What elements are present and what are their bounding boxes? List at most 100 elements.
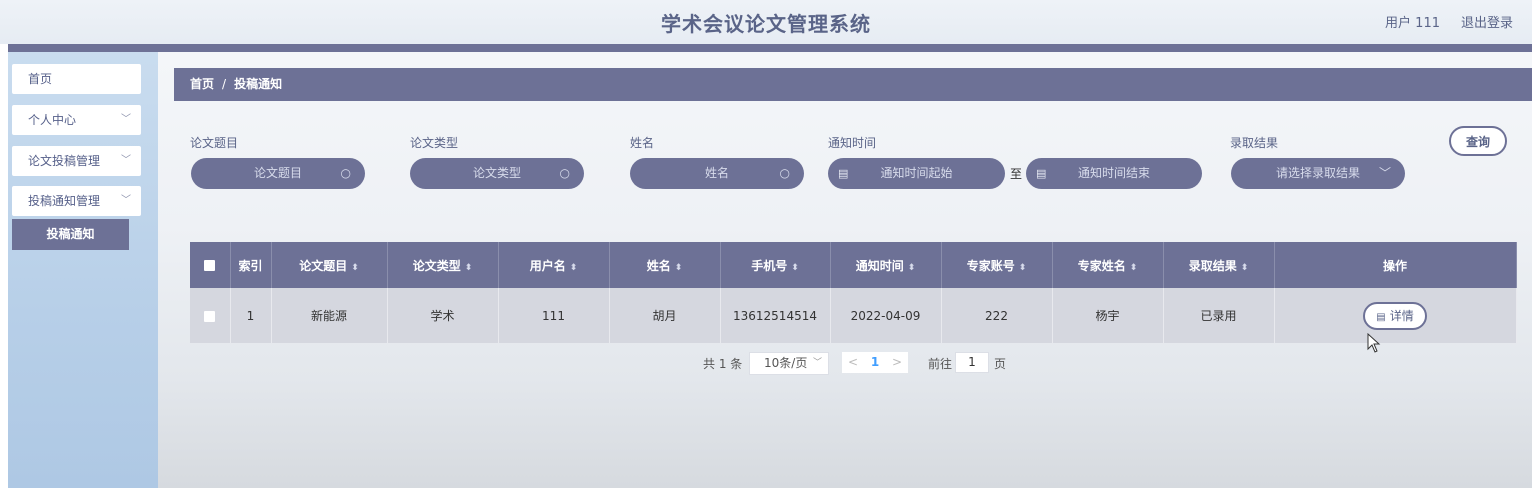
- sidebar-item-label: 首页: [28, 72, 53, 86]
- col-expert-account-label: 专家账号: [966, 258, 1015, 273]
- col-username-label: 用户名: [529, 258, 566, 273]
- search-icon: ○: [559, 166, 570, 180]
- filter-label-type: 论文类型: [410, 136, 459, 150]
- cell-time: 2022-04-09: [830, 288, 942, 343]
- filter-label-title: 论文题目: [190, 136, 239, 150]
- cell-title: 新能源: [271, 288, 388, 343]
- breadcrumb-home[interactable]: 首页: [190, 77, 214, 91]
- top-header: 学术会议论文管理系统 用户 111 退出登录: [0, 0, 1532, 44]
- logout-link[interactable]: 退出登录: [1461, 12, 1513, 31]
- filter-label-time: 通知时间: [828, 136, 877, 150]
- sort-icon: ⬍: [907, 262, 916, 273]
- sidebar-item-label: 个人中心: [28, 113, 77, 127]
- document-icon: ▤: [1376, 311, 1386, 323]
- select-all-checkbox[interactable]: [204, 260, 216, 271]
- chevron-down-icon: ﹀: [121, 114, 131, 125]
- date-range-separator: 至: [1010, 167, 1023, 181]
- sort-icon: ⬍: [791, 262, 799, 273]
- col-phone[interactable]: 手机号 ⬍: [720, 242, 831, 288]
- main-content: 首页 / 投稿通知 论文题目 论文类型 姓名 通知时间 录取结果 论文题目 ○ 论文…: [158, 52, 1532, 488]
- title-placeholder: 论文题目: [253, 166, 302, 180]
- sidebar-subitem-notice[interactable]: 投稿通知: [12, 219, 129, 250]
- sidebar-item-label: 投稿通知管理: [28, 194, 101, 208]
- table-header-row: 索引 论文题目 ⬍ 论文类型 ⬍ 用户名 ⬍ 姓名 ⬍ 手机号 ⬍ 通知时间 ⬍ 专家账号 ⬍…: [190, 242, 1517, 288]
- app-title: 学术会议论文管理系统: [661, 12, 871, 36]
- col-type[interactable]: 论文类型 ⬍: [387, 242, 499, 288]
- select-all-cell: [190, 242, 231, 288]
- search-button[interactable]: 查询: [1449, 126, 1507, 156]
- col-expert-account[interactable]: 专家账号 ⬍: [941, 242, 1053, 288]
- current-user: 用户 111: [1385, 16, 1440, 31]
- prev-page-button[interactable]: <: [842, 352, 864, 373]
- page-size-value: 10条/页: [764, 356, 808, 370]
- time-start-picker[interactable]: ▤ 通知时间起始: [828, 158, 1005, 189]
- time-end-picker[interactable]: ▤ 通知时间结束: [1026, 158, 1202, 189]
- cell-actions: ▤ 详情: [1274, 288, 1517, 343]
- col-name[interactable]: 姓名 ⬍: [609, 242, 721, 288]
- sort-icon: ⬍: [351, 262, 359, 273]
- type-placeholder: 论文类型: [472, 166, 521, 180]
- next-page-button[interactable]: >: [886, 352, 908, 373]
- cell-expert-account: 222: [941, 288, 1053, 343]
- name-search-input[interactable]: 姓名 ○: [630, 158, 804, 189]
- col-actions: 操作: [1274, 242, 1517, 288]
- time-end-placeholder: 通知时间结束: [1077, 166, 1150, 180]
- sort-icon: ⬍: [1129, 262, 1138, 273]
- cell-index: 1: [230, 288, 272, 343]
- search-icon: ○: [779, 166, 790, 180]
- sort-icon: ⬍: [569, 262, 578, 273]
- col-phone-label: 手机号: [751, 258, 788, 273]
- col-title-label: 论文题目: [299, 258, 348, 273]
- cell-phone: 13612514514: [720, 288, 831, 343]
- chevron-down-icon: ﹀: [812, 358, 822, 368]
- pagination-total: 共 1 条: [703, 357, 743, 371]
- result-select[interactable]: 请选择录取结果 ﹀: [1231, 158, 1405, 189]
- col-result[interactable]: 录取结果 ⬍: [1163, 242, 1275, 288]
- sidebar-item-notice-management[interactable]: 投稿通知管理 ﹀: [12, 186, 141, 216]
- breadcrumb: 首页 / 投稿通知: [174, 68, 1532, 101]
- title-search-input[interactable]: 论文题目 ○: [191, 158, 365, 189]
- sort-icon: ⬍: [1018, 262, 1027, 273]
- goto-page-input[interactable]: 1: [955, 352, 989, 373]
- cell-username: 111: [498, 288, 610, 343]
- page-number-current[interactable]: 1: [864, 352, 886, 373]
- cell-type: 学术: [387, 288, 499, 343]
- time-start-placeholder: 通知时间起始: [880, 166, 953, 180]
- mouse-cursor-icon: [1367, 333, 1381, 353]
- cell-name: 胡月: [609, 288, 721, 343]
- col-name-label: 姓名: [646, 258, 671, 273]
- detail-button[interactable]: ▤ 详情: [1363, 301, 1427, 330]
- type-search-input[interactable]: 论文类型 ○: [410, 158, 584, 189]
- sidebar: 首页 个人中心 ﹀ 论文投稿管理 ﹀ 投稿通知管理 ﹀ 投稿通知: [8, 52, 158, 488]
- filter-label-name: 姓名: [630, 136, 655, 150]
- col-expert-name[interactable]: 专家姓名 ⬍: [1052, 242, 1164, 288]
- sidebar-item-label: 论文投稿管理: [28, 154, 101, 168]
- sort-icon: ⬍: [674, 262, 683, 273]
- chevron-down-icon: ﹀: [121, 155, 131, 166]
- col-time-label: 通知时间: [855, 258, 904, 273]
- sort-icon: ⬍: [1240, 262, 1249, 273]
- sidebar-item-profile[interactable]: 个人中心 ﹀: [12, 105, 141, 135]
- col-title[interactable]: 论文题目 ⬍: [271, 242, 388, 288]
- search-icon: ○: [340, 166, 351, 180]
- table-row: 1 新能源 学术 111 胡月 13612514514 2022-04-09 2…: [190, 288, 1517, 343]
- col-username[interactable]: 用户名 ⬍: [498, 242, 610, 288]
- goto-suffix: 页: [994, 357, 1007, 371]
- chevron-down-icon: ﹀: [121, 195, 131, 206]
- cell-expert-name: 杨宇: [1052, 288, 1164, 343]
- col-type-label: 论文类型: [412, 258, 461, 273]
- goto-prefix: 前往: [928, 357, 953, 371]
- breadcrumb-separator: /: [222, 77, 227, 91]
- cell-result: 已录用: [1163, 288, 1275, 343]
- sidebar-item-paper-submission[interactable]: 论文投稿管理 ﹀: [12, 146, 141, 176]
- page-size-select[interactable]: 10条/页 ﹀: [749, 352, 829, 375]
- row-checkbox[interactable]: [204, 310, 216, 322]
- sort-icon: ⬍: [464, 262, 473, 273]
- header-divider: [8, 44, 1532, 52]
- name-placeholder: 姓名: [704, 166, 729, 180]
- sidebar-item-home[interactable]: 首页: [12, 64, 141, 94]
- detail-button-label: 详情: [1389, 308, 1414, 323]
- chevron-down-icon: ﹀: [1378, 166, 1391, 180]
- col-time[interactable]: 通知时间 ⬍: [830, 242, 942, 288]
- col-index: 索引: [230, 242, 272, 288]
